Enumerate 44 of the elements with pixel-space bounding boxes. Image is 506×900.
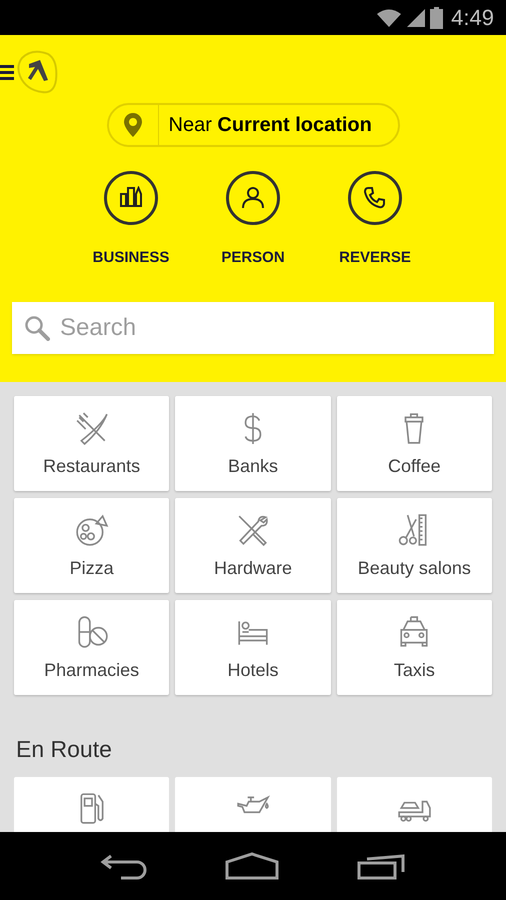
pizza-icon [74, 513, 109, 547]
category-label: Coffee [388, 455, 441, 478]
home-icon[interactable] [225, 852, 279, 880]
search-icon [24, 314, 50, 340]
category-label: Hardware [214, 557, 292, 580]
category-label: Taxis [394, 659, 435, 682]
category-tile[interactable]: Pharmacies [14, 600, 170, 695]
buildings-icon [118, 186, 144, 210]
wifi-icon [376, 8, 402, 28]
category-label: Pharmacies [44, 659, 140, 682]
category-tile[interactable]: Hardware [175, 498, 331, 593]
menu-icon[interactable] [0, 62, 16, 82]
category-tile[interactable]: Hotels [175, 600, 331, 695]
section-heading: En Route [16, 735, 113, 763]
category-tile[interactable]: Banks [175, 396, 331, 491]
category-label: Beauty salons [358, 557, 471, 580]
category-tile[interactable]: Restaurants [14, 396, 170, 491]
search-field[interactable]: Search [12, 302, 494, 354]
battery-icon [430, 6, 444, 28]
phone-search-button[interactable] [348, 171, 402, 225]
clock: 4:49 [451, 4, 494, 32]
back-icon[interactable] [99, 852, 147, 880]
signal-icon [406, 8, 426, 28]
category-label: Restaurants [43, 455, 140, 478]
location-selector[interactable]: Near Current location [106, 103, 400, 147]
category-tile[interactable]: Coffee [336, 396, 492, 491]
category-label: Banks [228, 455, 278, 478]
map-pin-icon [124, 113, 142, 137]
search-type-label[interactable]: PERSON [221, 247, 285, 270]
recent-apps-icon[interactable] [357, 852, 407, 880]
fork-knife-icon [74, 411, 109, 445]
location-label: Near Current location [168, 113, 372, 138]
tools-icon [236, 513, 270, 547]
search-type-label[interactable]: BUSINESS [92, 247, 170, 270]
buildings-search-button[interactable] [104, 171, 158, 225]
person-search-button[interactable] [226, 171, 280, 225]
category-label: Hotels [227, 659, 278, 682]
phone-icon [362, 186, 388, 210]
category-tile[interactable]: Pizza [14, 498, 170, 593]
category-tile[interactable]: Beauty salons [336, 498, 492, 593]
category-label: Pizza [70, 557, 114, 580]
person-icon [240, 186, 266, 210]
category-tile[interactable]: Taxis [336, 600, 492, 695]
search-type-label[interactable]: REVERSE [339, 247, 411, 270]
